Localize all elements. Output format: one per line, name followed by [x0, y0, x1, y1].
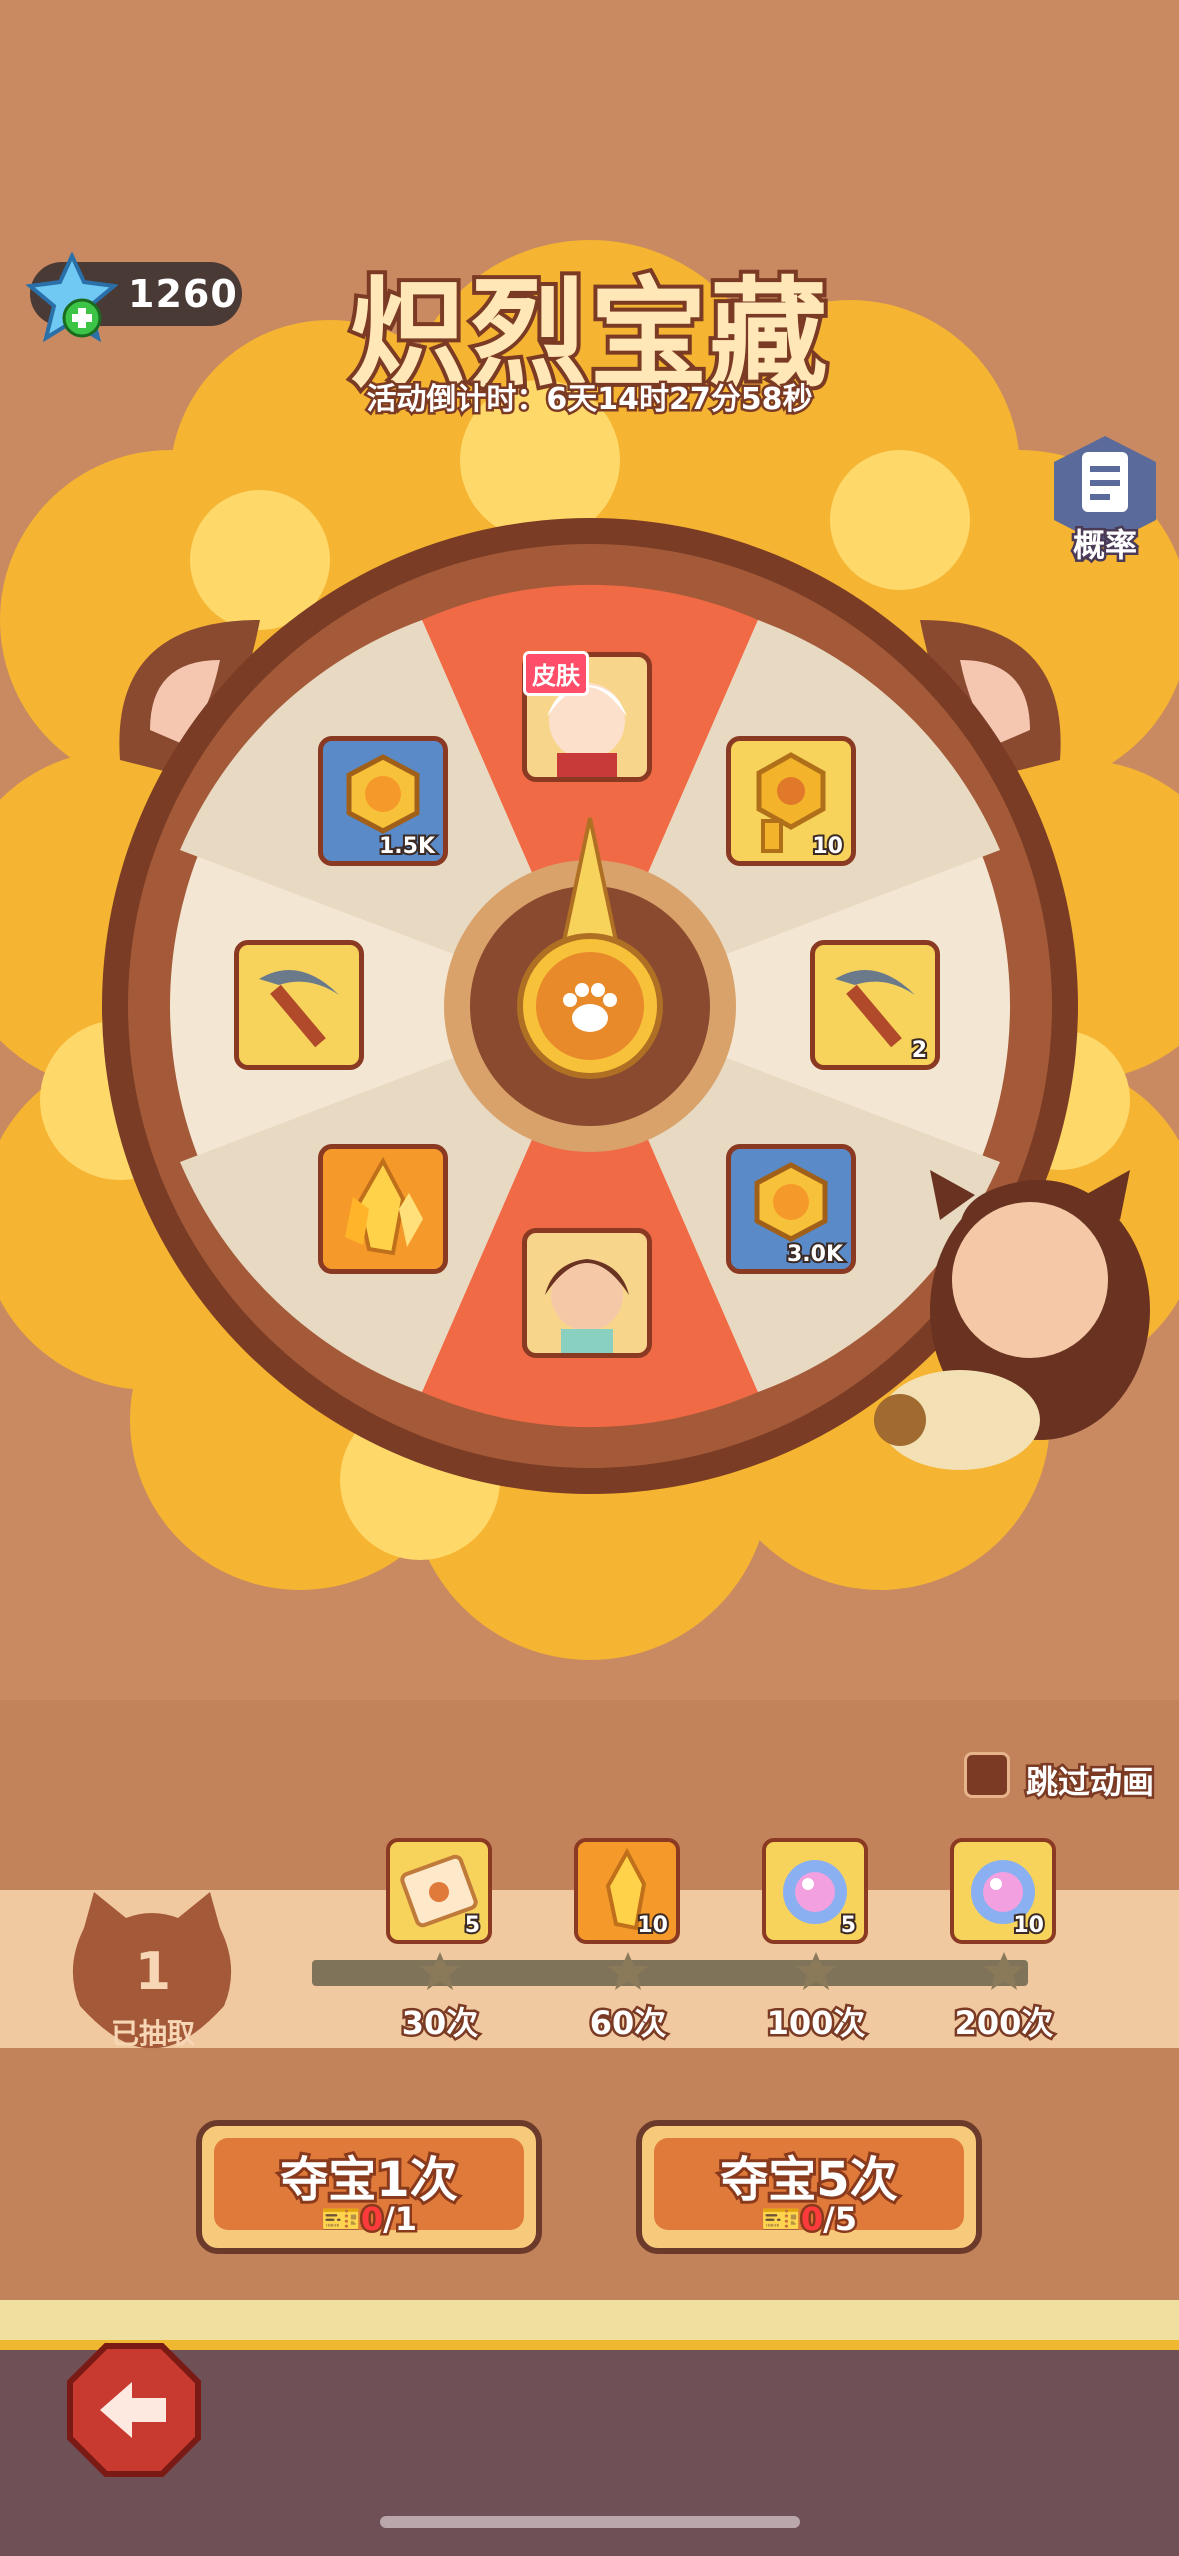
milestone-star-icon	[796, 1952, 836, 1990]
item-qty: 10	[810, 832, 845, 861]
skin-tag: 皮肤	[523, 651, 589, 696]
cost-need: /1	[381, 2198, 420, 2241]
probability-label[interactable]: 概率	[1046, 520, 1164, 567]
paw-icon[interactable]	[552, 970, 628, 1046]
milestone-reward-30[interactable]: 5	[386, 1838, 492, 1944]
wheel-item-gold-coin-right: 3.0K	[726, 1144, 856, 1274]
skip-animation-label[interactable]: 跳过动画	[1023, 1757, 1156, 1804]
milestone-reward-200[interactable]: 10	[950, 1838, 1056, 1944]
wheel-item-pickaxe-left	[234, 940, 364, 1070]
milestone-reward-100[interactable]: 5	[762, 1838, 868, 1944]
pickaxe-icon	[259, 970, 339, 1048]
skip-animation-checkbox[interactable]	[964, 1752, 1010, 1798]
draw-once-cost: 🎫0/1	[202, 2198, 536, 2241]
wheel-item-skin: 皮肤	[522, 651, 652, 782]
milestone-qty: 5	[463, 1911, 482, 1940]
event-countdown: 活动倒计时：6天14时27分58秒	[364, 380, 815, 420]
draw-five-button[interactable]: 夺宝5次 🎫0/5	[636, 2120, 982, 2254]
item-qty: 3.0K	[785, 1240, 845, 1269]
milestone-star-icon	[608, 1952, 648, 1990]
milestone-qty: 10	[1011, 1911, 1046, 1940]
ticket-icon: 🎫	[758, 2198, 803, 2241]
cost-need: /5	[821, 2198, 860, 2241]
milestone-qty: 5	[839, 1911, 858, 1940]
milestone-label-60: 60次	[587, 2002, 669, 2045]
milestone-star-icon	[984, 1952, 1024, 1990]
wheel-item-pickaxe-right: 2	[810, 940, 940, 1070]
draw-five-cost: 🎫0/5	[642, 2198, 976, 2241]
wheel-item-golden-key: 10	[726, 736, 856, 866]
milestone-star-icon	[420, 1952, 460, 1990]
wheel-item-character	[522, 1228, 652, 1358]
drawn-label: 已抽取	[110, 2017, 195, 2050]
milestone-label-30: 30次	[399, 2002, 481, 2045]
cost-have: 0	[798, 2198, 825, 2241]
wheel-item-gold-coin-left: 1.5K	[318, 736, 448, 866]
item-qty: 1.5K	[377, 832, 437, 861]
cost-have: 0	[358, 2198, 385, 2241]
milestone-label-200: 200次	[952, 2002, 1056, 2045]
wheel-item-orange-crystal	[318, 1144, 448, 1274]
milestone-label-100: 100次	[764, 2002, 868, 2045]
ticket-icon: 🎫	[318, 2198, 363, 2241]
drawn-count: 1	[134, 1942, 172, 2002]
milestone-reward-60[interactable]: 10	[574, 1838, 680, 1944]
home-indicator	[380, 2516, 800, 2528]
item-qty: 2	[910, 1036, 929, 1065]
orange-crystal-icon	[345, 1156, 423, 1256]
milestone-qty: 10	[635, 1911, 670, 1940]
cat-girl-character-icon	[545, 1259, 629, 1353]
draw-once-button[interactable]: 夺宝1次 🎫0/1	[196, 2120, 542, 2254]
back-button[interactable]	[66, 2342, 202, 2478]
